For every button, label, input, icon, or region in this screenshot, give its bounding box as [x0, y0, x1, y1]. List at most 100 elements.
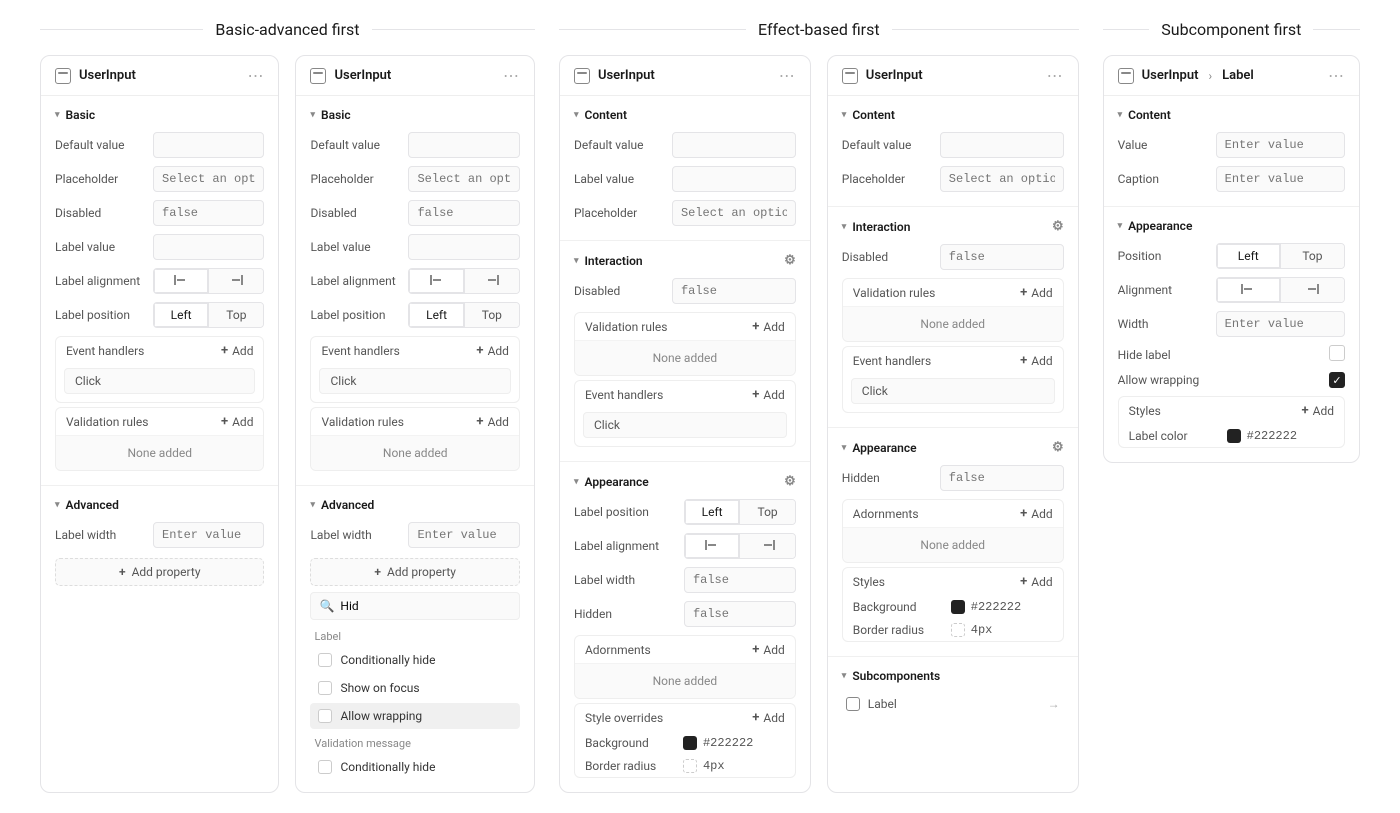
more-icon[interactable]: ⋯	[779, 66, 796, 85]
property-search[interactable]: 🔍	[310, 592, 519, 620]
search-input[interactable]	[340, 599, 511, 613]
position-left-button[interactable]: Left	[154, 303, 208, 327]
component-name: UserInput	[79, 68, 136, 83]
section-interaction[interactable]: Interaction⚙	[560, 245, 810, 274]
caption-input[interactable]	[1216, 166, 1345, 192]
option-allow-wrapping[interactable]: Allow wrapping	[310, 703, 519, 729]
breadcrumb-root[interactable]: UserInput	[1142, 68, 1199, 83]
add-handler-button[interactable]: Add	[752, 387, 785, 402]
disabled-input[interactable]	[940, 244, 1064, 270]
add-style-button[interactable]: Add	[752, 710, 785, 725]
section-appearance[interactable]: Appearance	[1104, 211, 1359, 239]
handler-click[interactable]: Click	[75, 374, 101, 388]
component-icon	[310, 68, 326, 84]
alignment-toggle[interactable]	[1216, 277, 1345, 303]
allow-wrapping-checkbox[interactable]: ✓	[1329, 372, 1345, 388]
position-toggle[interactable]: LeftTop	[153, 302, 264, 328]
add-property-button[interactable]: Add property	[55, 558, 264, 586]
option-conditionally-hide[interactable]: Conditionally hide	[310, 647, 519, 673]
add-rule-button[interactable]: Add	[752, 319, 785, 334]
disabled-input[interactable]	[408, 200, 519, 226]
add-rule-button[interactable]: Add	[476, 414, 509, 429]
gear-icon[interactable]: ⚙	[1052, 440, 1064, 455]
placeholder-select[interactable]	[940, 166, 1064, 192]
value-input[interactable]	[1216, 132, 1345, 158]
option-conditionally-hide-2[interactable]: Conditionally hide	[310, 754, 519, 780]
label-value-input[interactable]	[408, 234, 519, 260]
section-appearance[interactable]: Appearance⚙	[560, 466, 810, 495]
add-style-button[interactable]: Add	[1020, 574, 1053, 589]
default-value-input[interactable]	[940, 132, 1064, 158]
hide-label-checkbox[interactable]	[1329, 345, 1345, 361]
add-rule-button[interactable]: Add	[1020, 285, 1053, 300]
align-left-button[interactable]	[154, 269, 208, 293]
color-value: #222222	[1247, 429, 1297, 443]
gear-icon[interactable]: ⚙	[784, 253, 796, 268]
color-swatch[interactable]	[1227, 429, 1241, 443]
align-right-button[interactable]	[208, 269, 263, 293]
add-style-button[interactable]: Add	[1301, 403, 1334, 418]
add-rule-button[interactable]: Add	[221, 414, 254, 429]
hidden-input[interactable]	[684, 601, 796, 627]
section-content[interactable]: Content	[828, 100, 1078, 128]
label-width-input[interactable]	[153, 522, 264, 548]
add-property-button[interactable]: Add property	[310, 558, 519, 586]
align-left-icon	[1241, 284, 1255, 294]
group-label: Label	[296, 624, 533, 645]
section-basic[interactable]: Basic	[296, 100, 533, 128]
section-content[interactable]: Content	[1104, 100, 1359, 128]
disabled-input[interactable]	[672, 278, 796, 304]
placeholder-select[interactable]	[153, 166, 264, 192]
section-content[interactable]: Content	[560, 100, 810, 128]
position-toggle[interactable]: LeftTop	[1216, 243, 1345, 269]
alignment-toggle[interactable]	[408, 268, 519, 294]
section-advanced[interactable]: Advanced	[41, 490, 278, 518]
default-value-input[interactable]	[408, 132, 519, 158]
color-swatch[interactable]	[951, 600, 965, 614]
position-toggle[interactable]: LeftTop	[684, 499, 796, 525]
add-handler-button[interactable]: Add	[476, 343, 509, 358]
label-width-input[interactable]	[408, 522, 519, 548]
disabled-input[interactable]	[153, 200, 264, 226]
radius-value: 4px	[703, 759, 725, 773]
handler-click[interactable]: Click	[862, 384, 888, 398]
section-subcomponents[interactable]: Subcomponents	[828, 661, 1078, 689]
gear-icon[interactable]: ⚙	[1052, 219, 1064, 234]
component-icon	[55, 68, 71, 84]
label-value-input[interactable]	[672, 166, 796, 192]
component-name: UserInput	[866, 68, 923, 83]
more-icon[interactable]: ⋯	[1328, 66, 1345, 85]
default-value-input[interactable]	[672, 132, 796, 158]
checkbox-icon	[318, 653, 332, 667]
hidden-input[interactable]	[940, 465, 1064, 491]
placeholder-select[interactable]	[672, 200, 796, 226]
subcomponent-label[interactable]: Label→	[842, 691, 1064, 717]
handler-click[interactable]: Click	[330, 374, 356, 388]
add-adornment-button[interactable]: Add	[1020, 506, 1053, 521]
gear-icon[interactable]: ⚙	[784, 474, 796, 489]
add-handler-button[interactable]: Add	[1020, 353, 1053, 368]
chevron-right-icon: →	[1048, 697, 1060, 711]
section-appearance[interactable]: Appearance⚙	[828, 432, 1078, 461]
label-label-value: Label value	[55, 240, 143, 254]
width-input[interactable]	[1216, 311, 1345, 337]
section-interaction[interactable]: Interaction⚙	[828, 211, 1078, 240]
color-swatch[interactable]	[683, 736, 697, 750]
more-icon[interactable]: ⋯	[503, 66, 520, 85]
position-top-button[interactable]: Top	[208, 303, 263, 327]
more-icon[interactable]: ⋯	[247, 66, 264, 85]
label-width-input[interactable]	[684, 567, 796, 593]
option-show-on-focus[interactable]: Show on focus	[310, 675, 519, 701]
position-toggle[interactable]: LeftTop	[408, 302, 519, 328]
section-advanced[interactable]: Advanced	[296, 490, 533, 518]
alignment-toggle[interactable]	[153, 268, 264, 294]
handler-click[interactable]: Click	[594, 418, 620, 432]
none-added: None added	[575, 340, 795, 375]
placeholder-select[interactable]	[408, 166, 519, 192]
label-value-input[interactable]	[153, 234, 264, 260]
add-handler-button[interactable]: Add	[221, 343, 254, 358]
section-basic[interactable]: Basic	[41, 100, 278, 128]
default-value-input[interactable]	[153, 132, 264, 158]
more-icon[interactable]: ⋯	[1047, 66, 1064, 85]
alignment-toggle[interactable]	[684, 533, 796, 559]
